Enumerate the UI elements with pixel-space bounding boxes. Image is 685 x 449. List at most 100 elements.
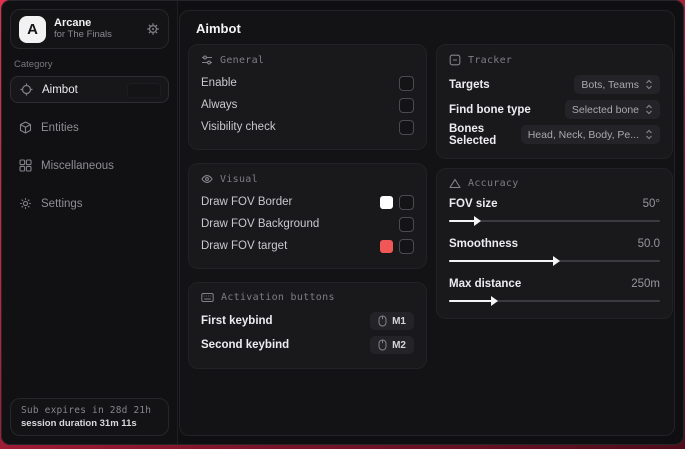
setting-row-fov-size: FOV size 50° bbox=[449, 195, 660, 226]
gear-icon[interactable] bbox=[146, 22, 160, 36]
unfold-icon bbox=[645, 129, 653, 140]
subscription-card: Sub expires in 28d 21h session duration … bbox=[10, 398, 169, 436]
setting-row-find-bone-type: Find bone type Selected bone bbox=[449, 97, 660, 122]
first-keybind-button[interactable]: M1 bbox=[370, 312, 414, 330]
targets-dropdown[interactable]: Bots, Teams bbox=[574, 75, 660, 94]
setting-label: Draw FOV Border bbox=[201, 196, 293, 208]
slider-thumb[interactable] bbox=[474, 216, 482, 226]
fov-target-color-swatch[interactable] bbox=[380, 239, 393, 253]
setting-row-max-distance: Max distance 250m bbox=[449, 275, 660, 306]
setting-label: Always bbox=[201, 99, 238, 111]
sidebar-item-label: Settings bbox=[41, 197, 83, 210]
fov-size-slider[interactable] bbox=[449, 216, 660, 226]
panel-general: General Enable Always Visibility check bbox=[188, 44, 427, 150]
sidebar-item-hint-badge bbox=[127, 83, 161, 98]
fov-size-value: 50° bbox=[642, 198, 660, 210]
panel-title: Tracker bbox=[468, 54, 513, 66]
setting-row-always: Always bbox=[201, 94, 414, 116]
panel-title: General bbox=[220, 54, 265, 66]
setting-label: Find bone type bbox=[449, 103, 531, 116]
keybind-value: M2 bbox=[392, 339, 406, 351]
setting-label: Visibility check bbox=[201, 121, 276, 133]
setting-label: Max distance bbox=[449, 278, 522, 290]
always-checkbox[interactable] bbox=[399, 97, 414, 113]
setting-label: Enable bbox=[201, 77, 237, 89]
panel-activation-buttons: Activation buttons First keybind M1 Seco… bbox=[188, 282, 427, 369]
setting-row-fov-border: Draw FOV Border bbox=[201, 191, 414, 213]
panel-visual: Visual Draw FOV Border Draw FOV Backgrou… bbox=[188, 163, 427, 269]
enable-checkbox[interactable] bbox=[399, 75, 414, 91]
panel-tracker: Tracker Targets Bots, Teams Find bone ty… bbox=[436, 44, 673, 159]
brand-logo: A bbox=[19, 15, 46, 43]
fov-border-color-swatch[interactable] bbox=[380, 195, 393, 209]
find-bone-type-dropdown[interactable]: Selected bone bbox=[564, 100, 660, 119]
panel-title: Accuracy bbox=[468, 178, 519, 189]
main-content: Aimbot General Enable Always Visibility … bbox=[179, 10, 675, 436]
sidebar-item-miscellaneous[interactable]: Miscellaneous bbox=[10, 152, 169, 179]
setting-row-fov-background: Draw FOV Background bbox=[201, 213, 414, 235]
sidebar-item-label: Entities bbox=[41, 121, 79, 134]
sidebar-nav: Aimbot Entities Miscellaneous Settings bbox=[2, 76, 177, 217]
slider-fill bbox=[449, 260, 555, 262]
scan-icon bbox=[449, 54, 461, 66]
crosshair-icon bbox=[20, 83, 33, 96]
cube-icon bbox=[19, 121, 32, 134]
setting-label: Draw FOV Background bbox=[201, 218, 320, 230]
eye-icon bbox=[201, 173, 213, 185]
setting-label: First keybind bbox=[201, 315, 273, 327]
fov-target-checkbox[interactable] bbox=[399, 238, 414, 254]
setting-label: Targets bbox=[449, 78, 490, 91]
dropdown-value: Selected bone bbox=[571, 103, 639, 116]
keyboard-icon bbox=[201, 292, 214, 303]
triangle-icon bbox=[449, 178, 461, 189]
max-distance-value: 250m bbox=[631, 278, 660, 290]
smoothness-value: 50.0 bbox=[637, 238, 660, 250]
setting-label: Draw FOV target bbox=[201, 240, 288, 252]
brand-name: Arcane bbox=[54, 17, 92, 30]
setting-label: Smoothness bbox=[449, 238, 519, 250]
setting-label: FOV size bbox=[449, 198, 498, 210]
bones-selected-dropdown[interactable]: Head, Neck, Body, Pe... bbox=[520, 125, 660, 144]
sidebar-item-entities[interactable]: Entities bbox=[10, 114, 169, 141]
sub-expiry-text: Sub expires in 28d 21h bbox=[21, 405, 152, 416]
sidebar: A Arcane for The Finals Category Aimbot … bbox=[2, 1, 178, 444]
panel-accuracy: Accuracy FOV size 50° Smoothness 50.0 Ma… bbox=[436, 168, 673, 319]
grid-icon bbox=[19, 159, 32, 172]
panel-title: Activation buttons bbox=[221, 292, 335, 303]
setting-row-smoothness: Smoothness 50.0 bbox=[449, 235, 660, 266]
second-keybind-button[interactable]: M2 bbox=[370, 336, 414, 354]
dropdown-value: Bots, Teams bbox=[581, 78, 639, 91]
app-window: A Arcane for The Finals Category Aimbot … bbox=[1, 0, 684, 445]
fov-background-checkbox[interactable] bbox=[399, 216, 414, 232]
setting-row-visibility-check: Visibility check bbox=[201, 116, 414, 138]
brand-card: A Arcane for The Finals bbox=[10, 9, 169, 49]
sidebar-item-aimbot[interactable]: Aimbot bbox=[10, 76, 169, 103]
keybind-value: M1 bbox=[392, 315, 406, 327]
setting-label: Bones Selected bbox=[449, 122, 497, 147]
category-label: Category bbox=[14, 59, 53, 70]
smoothness-slider[interactable] bbox=[449, 256, 660, 266]
setting-label: Second keybind bbox=[201, 339, 290, 351]
mouse-icon bbox=[378, 315, 387, 327]
page-title: Aimbot bbox=[196, 21, 241, 36]
slider-fill bbox=[449, 220, 477, 222]
sidebar-item-settings[interactable]: Settings bbox=[10, 190, 169, 217]
max-distance-slider[interactable] bbox=[449, 296, 660, 306]
setting-row-fov-target: Draw FOV target bbox=[201, 235, 414, 257]
slider-thumb[interactable] bbox=[552, 256, 560, 266]
session-duration-text: session duration 31m 11s bbox=[21, 418, 137, 429]
sidebar-item-label: Aimbot bbox=[42, 83, 78, 96]
panel-title: Visual bbox=[220, 173, 258, 185]
fov-border-checkbox[interactable] bbox=[399, 194, 414, 210]
slider-thumb[interactable] bbox=[491, 296, 499, 306]
setting-row-enable: Enable bbox=[201, 72, 414, 94]
setting-row-second-keybind: Second keybind M2 bbox=[201, 333, 414, 357]
slider-fill bbox=[449, 300, 494, 302]
unfold-icon bbox=[645, 79, 653, 90]
setting-row-bones-selected: Bones Selected Head, Neck, Body, Pe... bbox=[449, 122, 660, 147]
sliders-icon bbox=[201, 54, 213, 66]
gear-icon bbox=[19, 197, 32, 210]
unfold-icon bbox=[645, 104, 653, 115]
dropdown-value: Head, Neck, Body, Pe... bbox=[527, 128, 639, 141]
visibility-check-checkbox[interactable] bbox=[399, 119, 414, 135]
